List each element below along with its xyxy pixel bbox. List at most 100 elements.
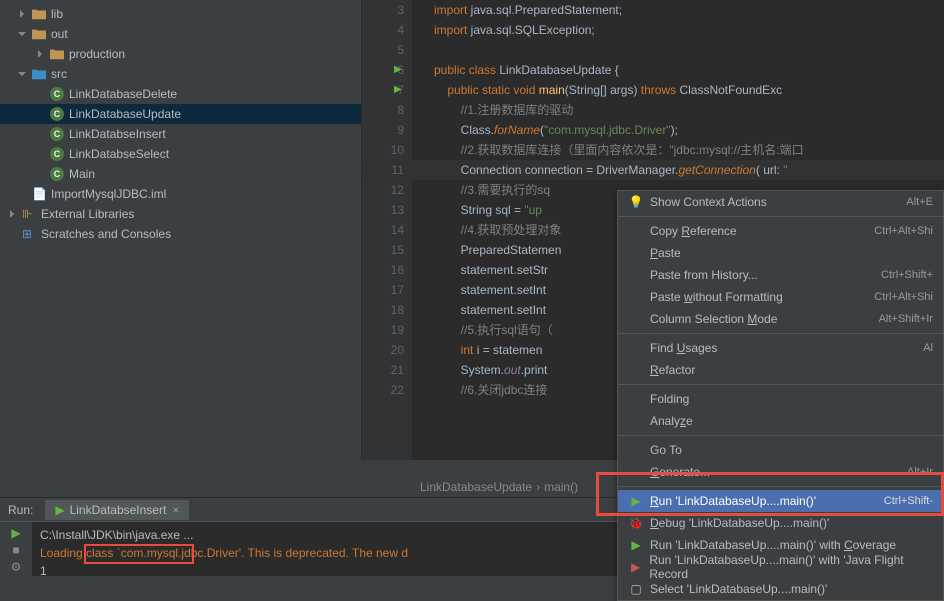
menu-item-refactor[interactable]: Refactor <box>618 359 943 381</box>
tree-label: LinkDatabaseUpdate <box>69 107 181 121</box>
bulb-icon: 💡 <box>628 195 644 209</box>
menu-shortcut: Ctrl+Shift+ <box>881 269 933 281</box>
menu-item-go-to[interactable]: Go To <box>618 439 943 461</box>
menu-label: Generate... <box>650 465 710 479</box>
menu-shortcut: Ctrl+Alt+Shi <box>874 225 933 237</box>
tree-item-importmysqljdbc-iml[interactable]: 📄ImportMysqlJDBC.iml <box>0 184 361 204</box>
menu-label: Run 'LinkDatabaseUp....main()' with 'Jav… <box>649 553 933 581</box>
class-icon: C <box>50 167 64 181</box>
library-icon: ⊪ <box>22 207 36 221</box>
code-line[interactable]: import java.sql.PreparedStatement; <box>412 0 944 20</box>
run-gutter-icon[interactable]: ▶ <box>394 60 402 80</box>
stop-icon[interactable]: ■ <box>12 541 19 558</box>
menu-item-paste[interactable]: Paste <box>618 242 943 264</box>
tree-item-lib[interactable]: lib <box>0 4 361 24</box>
run-icon: ▶ <box>628 538 644 552</box>
menu-item-generate---[interactable]: Generate... Alt+Ir <box>618 461 943 483</box>
tree-item-linkdatabaseupdate[interactable]: C LinkDatabaseUpdate <box>0 104 361 124</box>
run-tab[interactable]: ▶ LinkDatabseInsert × <box>45 500 189 520</box>
breadcrumb-file[interactable]: LinkDatabaseUpdate <box>420 480 532 494</box>
run-gutter-icon[interactable]: ▶ <box>394 80 402 100</box>
run-toolbar: ▶ ■ ⚙ <box>0 522 32 576</box>
tree-label: External Libraries <box>41 207 134 221</box>
tree-label: src <box>51 67 67 81</box>
tree-label: lib <box>51 7 63 21</box>
menu-shortcut: Alt+E <box>906 196 933 208</box>
breadcrumb[interactable]: LinkDatabaseUpdate › main() <box>420 477 582 497</box>
folder-icon <box>50 48 64 60</box>
tree-item-linkdatabasedelete[interactable]: C LinkDatabaseDelete <box>0 84 361 104</box>
code-line[interactable] <box>412 40 944 60</box>
tree-item-production[interactable]: production <box>0 44 361 64</box>
menu-label: Paste <box>650 246 681 260</box>
tree-item-main[interactable]: C Main <box>0 164 361 184</box>
tree-item-scratches-and-consoles[interactable]: ⊞ Scratches and Consoles <box>0 224 361 244</box>
menu-item-find-usages[interactable]: Find Usages Al <box>618 337 943 359</box>
class-icon: C <box>50 127 64 141</box>
project-tree: liboutproductionsrcCLinkDatabaseDeleteCL… <box>0 0 362 460</box>
run-icon: ▶ <box>55 503 64 517</box>
code-line[interactable]: public class LinkDatabaseUpdate { <box>412 60 944 80</box>
menu-shortcut: Ctrl+Shift- <box>884 495 933 507</box>
tree-item-linkdatabseselect[interactable]: C LinkDatabseSelect <box>0 144 361 164</box>
run-tab-label: LinkDatabseInsert <box>70 503 167 517</box>
menu-item-copy-reference[interactable]: Copy ReferenceCtrl+Alt+Shi <box>618 220 943 242</box>
menu-item-run--linkdatabaseup----main---[interactable]: ▶Run 'LinkDatabaseUp....main()'Ctrl+Shif… <box>618 490 943 512</box>
tree-label: Main <box>69 167 95 181</box>
folder-icon <box>32 8 46 20</box>
menu-item-analyze[interactable]: Analyze <box>618 410 943 432</box>
tree-label: LinkDatabseSelect <box>69 147 169 161</box>
scratch-icon: ⊞ <box>22 227 36 241</box>
menu-shortcut: Alt+Shift+Ir <box>879 313 933 325</box>
class-icon: C <box>50 107 64 121</box>
menu-item-paste-without-formatting[interactable]: Paste without FormattingCtrl+Alt+Shi <box>618 286 943 308</box>
tree-item-out[interactable]: out <box>0 24 361 44</box>
menu-label: Analyze <box>650 414 693 428</box>
menu-label: Go To <box>650 443 682 457</box>
menu-item-folding[interactable]: Folding <box>618 388 943 410</box>
code-line[interactable]: Class.forName("com.mysql.jdbc.Driver"); <box>412 120 944 140</box>
menu-item-show-context-actions[interactable]: 💡Show Context ActionsAlt+E <box>618 191 943 213</box>
menu-shortcut: Al <box>923 342 933 354</box>
breadcrumb-method[interactable]: main() <box>544 480 578 494</box>
settings-icon[interactable]: ⚙ <box>11 559 22 576</box>
folder-icon <box>32 68 46 80</box>
menu-shortcut: Alt+Ir <box>907 466 933 478</box>
menu-item-paste-from-history---[interactable]: Paste from History...Ctrl+Shift+ <box>618 264 943 286</box>
code-line[interactable]: import java.sql.SQLException; <box>412 20 944 40</box>
menu-label: Column Selection Mode <box>650 312 777 326</box>
gutter: 345▶6▶78910111213141516171819202122 <box>362 0 412 460</box>
rerun-icon[interactable]: ▶ <box>11 524 20 541</box>
code-line[interactable]: public static void main(String[] args) t… <box>412 80 944 100</box>
tree-item-linkdatabseinsert[interactable]: C LinkDatabseInsert <box>0 124 361 144</box>
menu-item-select--linkdatabaseup----main[interactable]: ▢Select 'LinkDatabaseUp....main()' <box>618 578 943 600</box>
chevron-down-icon[interactable] <box>18 69 28 79</box>
tree-label: Scratches and Consoles <box>41 227 171 241</box>
class-icon: C <box>50 147 64 161</box>
tree-label: LinkDatabseInsert <box>69 127 166 141</box>
chevron-right-icon[interactable] <box>36 49 46 59</box>
menu-label: Refactor <box>650 363 695 377</box>
tree-item-src[interactable]: src <box>0 64 361 84</box>
context-menu[interactable]: 💡Show Context ActionsAlt+E Copy Reference… <box>617 190 944 601</box>
menu-label: Run 'LinkDatabaseUp....main()' <box>650 494 816 508</box>
menu-label: Debug 'LinkDatabaseUp....main()' <box>650 516 829 530</box>
code-line[interactable]: //2.获取数据库连接（里面内容依次是："jdbc:mysql://主机名:端口 <box>412 140 944 160</box>
chevron-right-icon[interactable] <box>18 9 28 19</box>
tree-label: LinkDatabaseDelete <box>69 87 177 101</box>
menu-label: Paste without Formatting <box>650 290 783 304</box>
menu-label: Run 'LinkDatabaseUp....main()' with Cove… <box>650 538 896 552</box>
menu-item-debug--linkdatabaseup----main-[interactable]: 🐞Debug 'LinkDatabaseUp....main()' <box>618 512 943 534</box>
chevron-down-icon[interactable] <box>18 29 28 39</box>
file-icon: 📄 <box>32 187 46 201</box>
code-line[interactable]: Connection connection = DriverManager.ge… <box>412 160 944 180</box>
code-line[interactable]: //1.注册数据库的驱动 <box>412 100 944 120</box>
menu-label: Find Usages <box>650 341 717 355</box>
class-icon: C <box>50 87 64 101</box>
select-icon: ▢ <box>628 582 644 596</box>
chevron-right-icon[interactable] <box>8 209 18 219</box>
close-icon[interactable]: × <box>172 503 179 517</box>
tree-label: production <box>69 47 125 61</box>
menu-item-column-selection-mode[interactable]: Column Selection Mode Alt+Shift+Ir <box>618 308 943 330</box>
tree-item-external-libraries[interactable]: ⊪ External Libraries <box>0 204 361 224</box>
